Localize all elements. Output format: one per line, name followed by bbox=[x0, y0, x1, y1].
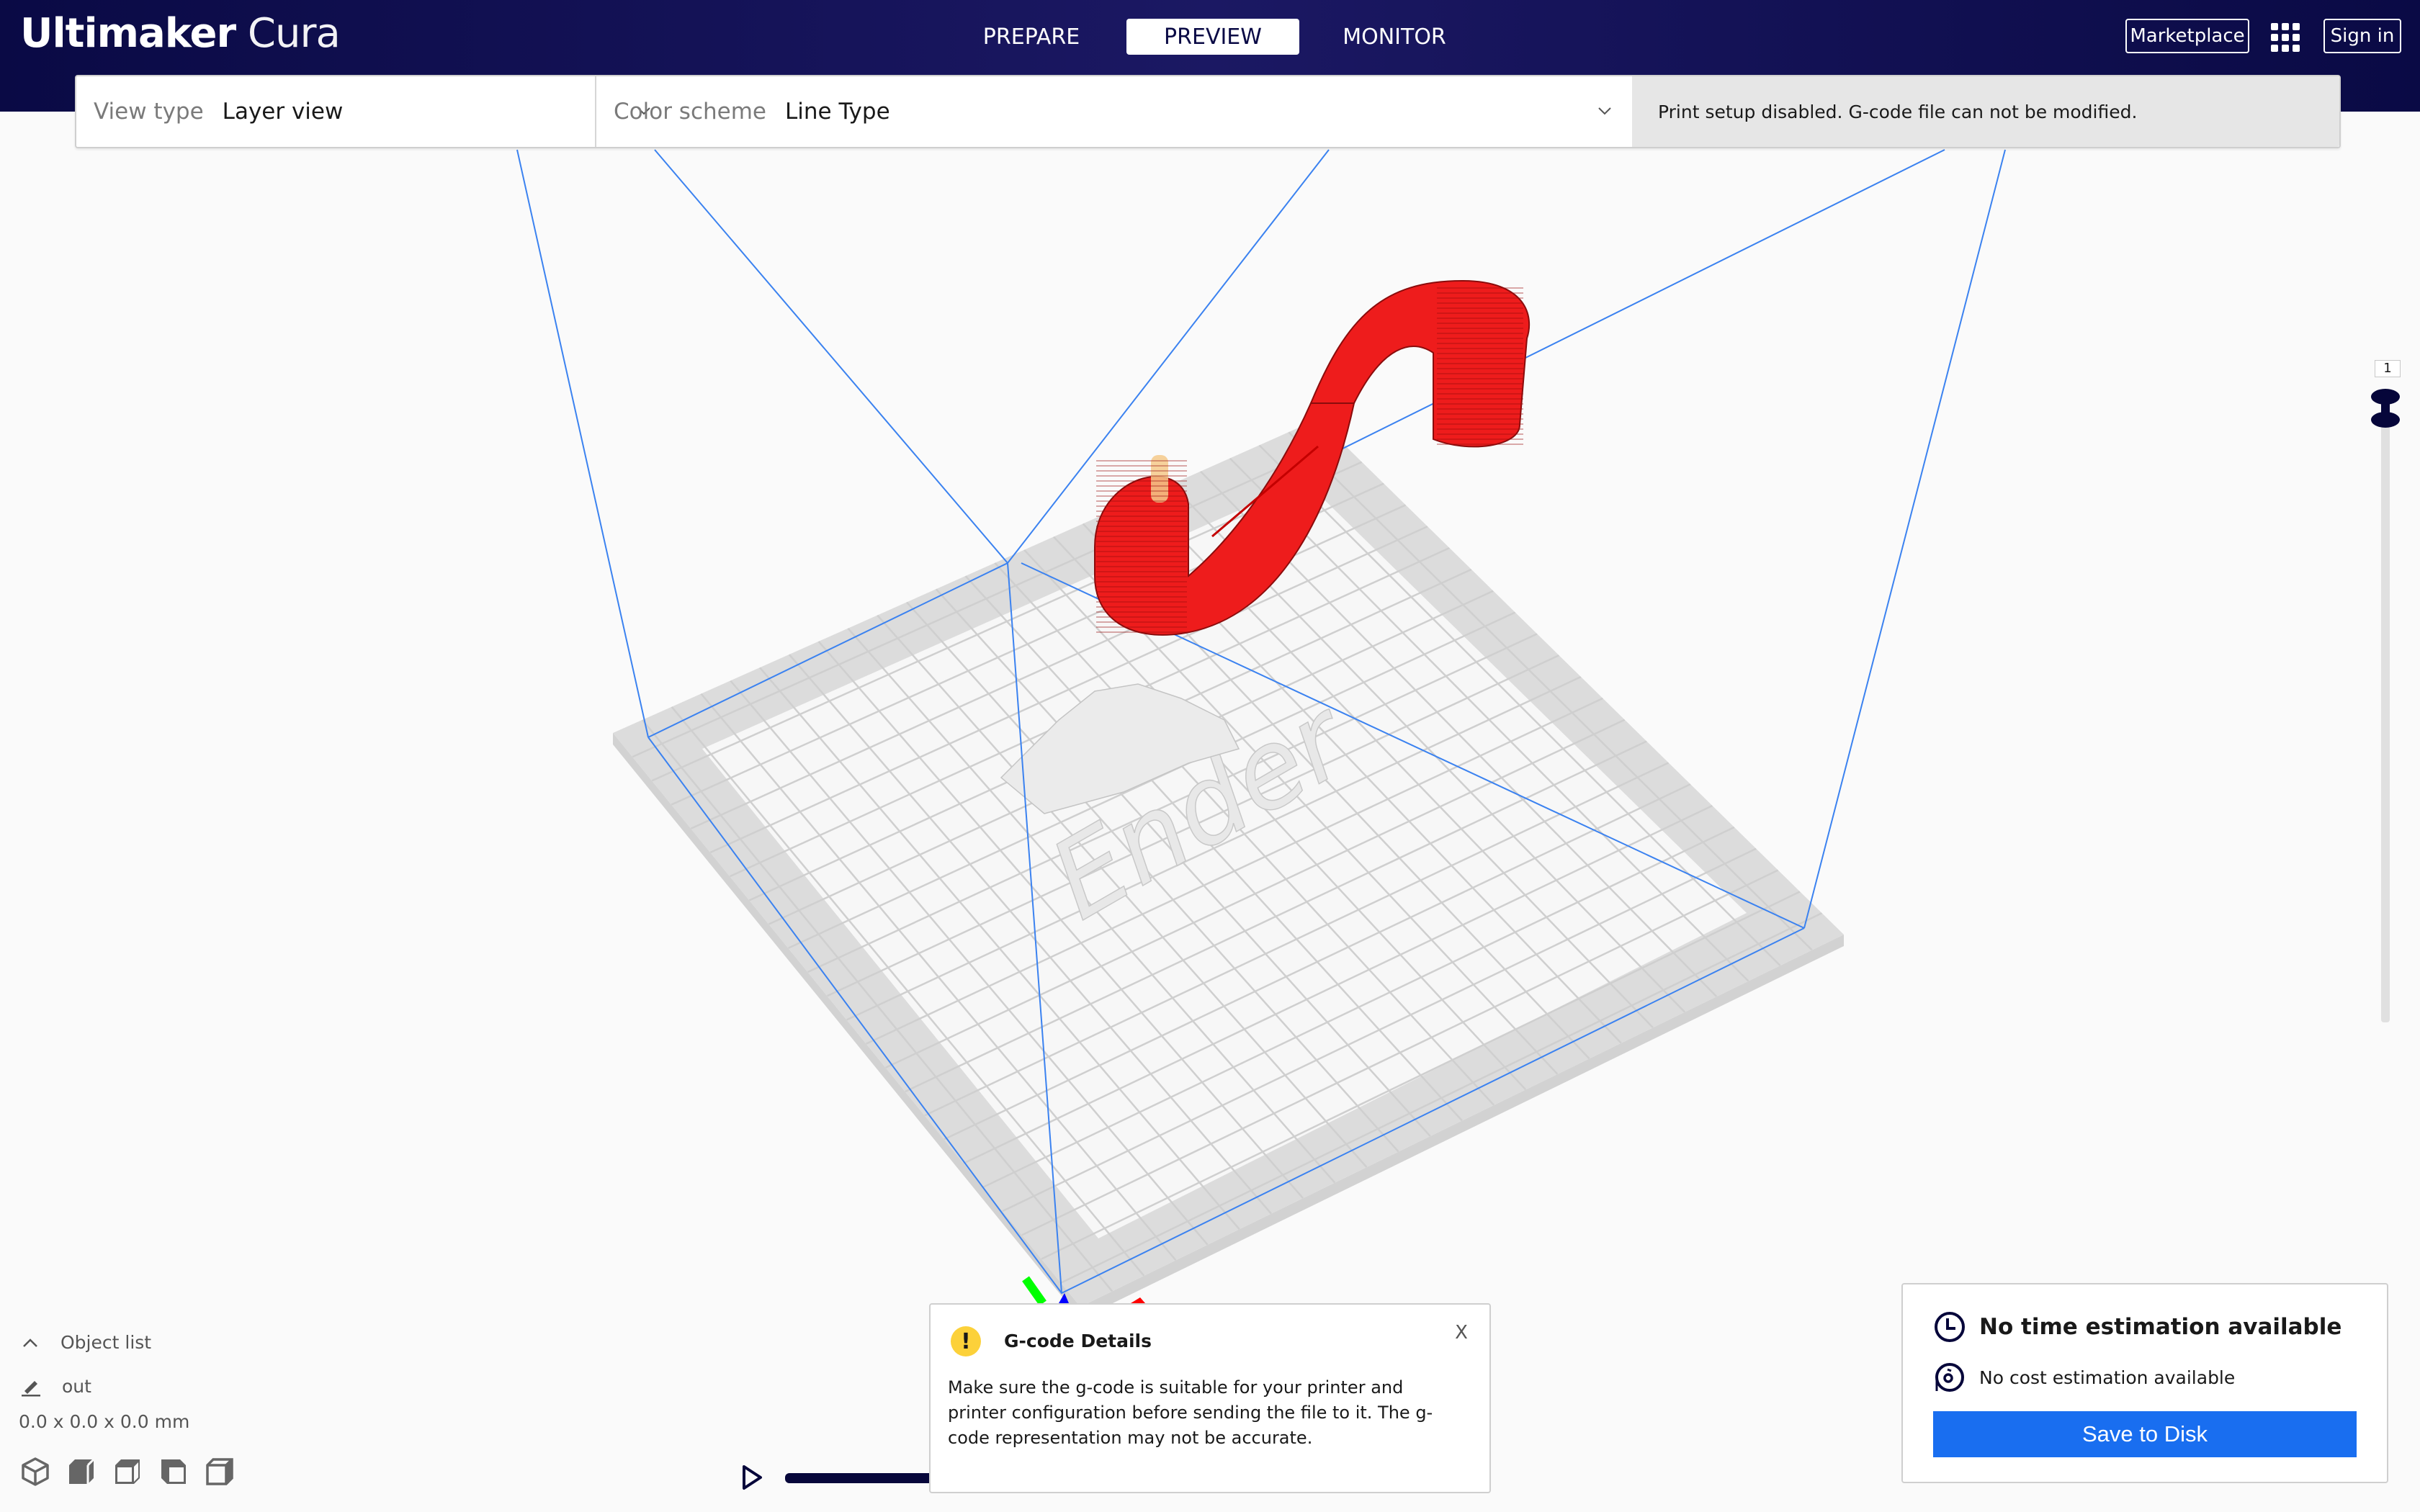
stage-tabs: PREPARE PREVIEW MONITOR bbox=[945, 19, 1489, 55]
save-to-disk-button[interactable]: Save to Disk bbox=[1933, 1411, 2357, 1457]
warning-icon: ! bbox=[951, 1326, 981, 1356]
grid-apps-icon[interactable] bbox=[2271, 23, 2300, 52]
app-brand: Ultimaker bbox=[20, 10, 236, 57]
tab-monitor[interactable]: MONITOR bbox=[1308, 19, 1481, 55]
gcode-popup-title: G-code Details bbox=[1004, 1331, 1152, 1351]
tab-preview[interactable]: PREVIEW bbox=[1126, 19, 1299, 55]
chevron-up-icon bbox=[23, 1338, 37, 1347]
view-type-label: View type bbox=[94, 99, 204, 125]
layer-lower-handle[interactable] bbox=[2371, 412, 2400, 428]
layer-slider[interactable]: 1 bbox=[2364, 353, 2407, 1030]
object-name: out bbox=[62, 1375, 91, 1397]
cost-estimate-row: No cost estimation available bbox=[1933, 1361, 2235, 1394]
gcode-popup-message: Make sure the g-code is suitable for you… bbox=[948, 1377, 1433, 1448]
object-dimensions: 0.0 x 0.0 x 0.0 mm bbox=[19, 1411, 190, 1432]
top-view-icon[interactable] bbox=[112, 1457, 143, 1487]
object-list-toggle[interactable]: Object list bbox=[22, 1332, 151, 1353]
play-icon[interactable] bbox=[742, 1464, 763, 1490]
left-view-icon[interactable] bbox=[158, 1457, 189, 1487]
color-scheme-value: Line Type bbox=[784, 99, 890, 125]
layer-number-label[interactable]: 1 bbox=[2375, 360, 2401, 377]
object-name-row[interactable]: out bbox=[20, 1375, 91, 1397]
print-setup-disabled-message: Print setup disabled. G-code file can no… bbox=[1632, 76, 2339, 147]
camera-view-buttons bbox=[20, 1457, 235, 1487]
app-product: Cura bbox=[236, 10, 341, 57]
view-type-value: Layer view bbox=[222, 99, 344, 125]
front-view-icon[interactable] bbox=[66, 1457, 97, 1487]
app-logo: Ultimaker Cura bbox=[20, 10, 341, 57]
object-list-label: Object list bbox=[60, 1332, 152, 1353]
nozzle-indicator bbox=[1151, 455, 1168, 503]
right-view-icon[interactable] bbox=[205, 1457, 235, 1487]
layer-slider-track[interactable] bbox=[2381, 410, 2390, 1022]
clock-icon bbox=[1935, 1312, 1965, 1342]
marketplace-button[interactable]: Marketplace bbox=[2125, 19, 2249, 53]
y-axis-indicator bbox=[1022, 1276, 1047, 1306]
color-scheme-dropdown[interactable]: Color scheme Line Type bbox=[614, 76, 1631, 147]
color-scheme-label: Color scheme bbox=[614, 99, 766, 125]
chevron-down-icon bbox=[1598, 107, 1611, 115]
x-axis-indicator bbox=[1131, 1297, 1145, 1303]
time-estimate-row: No time estimation available bbox=[1933, 1310, 2341, 1344]
3d-view-icon[interactable] bbox=[20, 1457, 50, 1487]
layer-upper-handle[interactable] bbox=[2371, 389, 2400, 405]
view-type-dropdown[interactable]: View type Layer view bbox=[94, 76, 670, 147]
divider bbox=[595, 76, 596, 147]
cost-estimate: No cost estimation available bbox=[1979, 1367, 2236, 1388]
view-options-bar: View type Layer view Color scheme Line T… bbox=[75, 75, 2341, 148]
close-icon[interactable]: X bbox=[1451, 1322, 1472, 1344]
time-estimate: No time estimation available bbox=[1979, 1314, 2342, 1340]
tab-prepare[interactable]: PREPARE bbox=[945, 19, 1118, 55]
print-information-panel: No time estimation available No cost est… bbox=[1901, 1283, 2388, 1483]
sign-in-button[interactable]: Sign in bbox=[2323, 19, 2401, 53]
pencil-icon bbox=[22, 1381, 40, 1397]
spool-icon bbox=[1935, 1363, 1964, 1392]
gcode-details-popup: ! G-code Details X Make sure the g-code … bbox=[929, 1303, 1491, 1493]
